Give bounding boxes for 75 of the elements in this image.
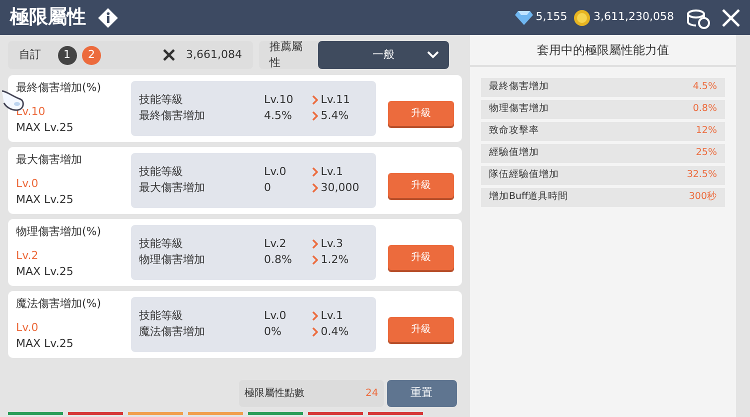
stat-label: 技能等級 [139,164,184,180]
stat-name: 物理傷害增加 [489,102,549,116]
stat-label: 最大傷害增加 [139,180,206,196]
stat-label: 技能等級 [139,308,184,324]
current-value: Lv.0 [264,164,288,180]
next-value: Lv.1 [320,308,344,324]
next-value: Lv.1 [320,164,344,180]
chevron-right-icon [312,310,318,321]
preset-label: 自訂 [19,46,41,63]
skill-level: Lv.0 [16,176,40,192]
combat-power: 3,661,084 [186,46,242,63]
recommend-label: 推薦屬性 [268,38,304,71]
coin-icon [572,8,591,26]
stat-value: 12% [696,124,717,138]
skill-level: Lv.2 [16,248,40,264]
skill-name: 物理傷害增加(%) [16,224,102,240]
close-icon[interactable] [722,8,740,26]
current-value: 0 [264,180,272,196]
chevron-right-icon [312,166,318,177]
current-value: 0.8% [264,252,293,268]
next-value: 5.4% [320,108,349,124]
stat-label: 技能等級 [139,236,184,252]
skill-name: 最大傷害增加 [16,152,83,168]
skill-name: 魔法傷害增加(%) [16,296,102,312]
chevron-right-icon [312,255,318,266]
preset-tab[interactable]: 1 [58,46,76,64]
stat-label: 物理傷害增加 [139,252,206,268]
next-value: 0.4% [320,324,349,340]
recommend-dropdown[interactable]: 一般 [318,41,448,69]
stat-label: 魔法傷害增加 [139,324,206,340]
chevron-right-icon [312,183,318,194]
next-value: 1.2% [320,252,349,268]
stat-value: 300秒 [688,190,717,204]
next-value: 30,000 [320,180,360,196]
upgrade-button[interactable]: 升級 [388,245,454,270]
chevron-right-icon [312,238,318,249]
currency-amount: 3,611,230,058 [594,9,674,26]
reset-button[interactable]: 重置 [386,380,456,407]
stat-name: 經驗值增加 [489,146,539,160]
current-value: 4.5% [264,108,293,124]
max-level: MAX Lv.25 [16,120,74,136]
stat-name: 增加Buff道具時間 [489,190,568,204]
chevron-right-icon [312,94,318,105]
stat-label: 技能等級 [139,92,184,108]
stat-name: 隊伍經驗值增加 [489,168,559,182]
upgrade-button[interactable]: 升級 [388,317,454,342]
current-value: 0% [264,324,282,340]
max-level: MAX Lv.25 [16,192,74,208]
upgrade-button[interactable]: 升級 [388,101,454,126]
stat-label: 最終傷害增加 [139,108,206,124]
skill-level: Lv.0 [16,320,40,336]
max-level: MAX Lv.25 [16,336,74,352]
points-label: 極限屬性點數 [244,386,306,401]
skill-name: 最終傷害增加(%) [16,80,102,96]
preset-tab[interactable]: 2 [82,46,101,64]
points-value: 24 [366,387,378,401]
stat-value: 4.5% [692,80,717,94]
current-value: Lv.0 [264,308,288,324]
page-title: 極限屬性 [10,5,86,30]
max-level: MAX Lv.25 [16,264,74,280]
next-value: Lv.3 [320,236,344,252]
chevron-right-icon [312,327,318,338]
stat-value: 25% [696,146,717,160]
stat-value: 0.8% [692,102,717,116]
stat-value: 32.5% [686,168,717,182]
upgrade-button[interactable]: 升級 [388,173,454,198]
current-value: Lv.10 [264,92,294,108]
stat-name: 致命攻擊率 [489,124,539,138]
chevron-down-icon [426,51,438,59]
current-value: Lv.2 [264,236,288,252]
chevron-right-icon [312,111,318,122]
diamond-icon [515,10,534,26]
stat-name: 最終傷害增加 [489,80,549,94]
currency-amount: 5,155 [536,9,568,26]
next-value: Lv.11 [320,92,350,108]
